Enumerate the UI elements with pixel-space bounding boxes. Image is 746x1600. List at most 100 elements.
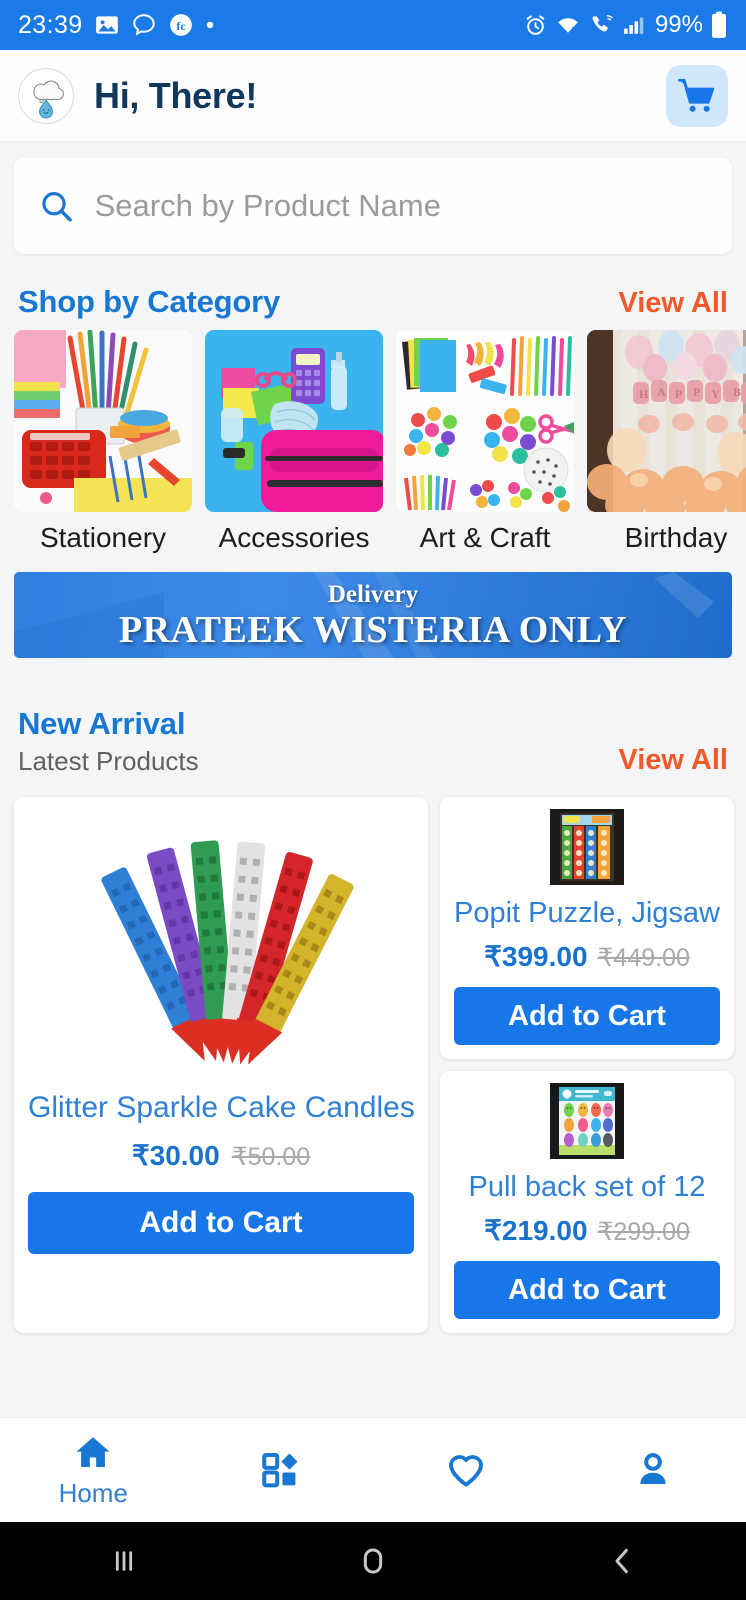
app-bar: Hi, There! bbox=[0, 50, 746, 142]
add-to-cart-button[interactable]: Add to Cart bbox=[28, 1192, 414, 1254]
page-title: Hi, There! bbox=[94, 74, 258, 116]
heart-icon bbox=[449, 1455, 484, 1487]
new-arrival-title: New Arrival bbox=[18, 706, 186, 741]
category-item-accessories[interactable]: Accessories bbox=[205, 330, 383, 554]
image-icon bbox=[94, 12, 120, 38]
nav-item-profile[interactable] bbox=[560, 1449, 746, 1491]
wifi-icon bbox=[555, 12, 581, 38]
android-navigation-bar bbox=[0, 1522, 746, 1600]
search-bar[interactable] bbox=[14, 158, 732, 254]
svg-text:P: P bbox=[675, 387, 682, 401]
android-back-button[interactable] bbox=[562, 1522, 682, 1600]
product-old-price: ₹449.00 bbox=[597, 944, 690, 972]
product-name: Pull back set of 12 bbox=[468, 1171, 706, 1203]
pullback-toys-photo bbox=[549, 1083, 624, 1159]
category-label: Accessories bbox=[218, 522, 370, 553]
product-price: ₹30.00 bbox=[131, 1140, 220, 1171]
chat-bubble-icon bbox=[131, 12, 157, 38]
product-image-wrapper bbox=[28, 809, 414, 1077]
category-section-header: Shop by Category View All bbox=[0, 254, 746, 330]
nav-item-label: Home bbox=[58, 1477, 128, 1508]
product-price: ₹399.00 bbox=[484, 941, 588, 972]
shopping-cart-icon bbox=[678, 78, 715, 112]
art-craft-supplies-photo bbox=[396, 330, 574, 512]
nav-item-wishlist[interactable] bbox=[373, 1449, 560, 1491]
product-name: Popit Puzzle, Jigsaw bbox=[454, 897, 720, 929]
home-icon bbox=[76, 1436, 110, 1467]
category-thumbnail: HAPPYBI bbox=[587, 330, 746, 512]
category-thumbnail bbox=[205, 330, 383, 512]
price-row: ₹219.00 ₹299.00 bbox=[454, 1214, 720, 1247]
main-scroll-area[interactable]: Shop by Category View All bbox=[0, 142, 746, 1417]
glitter-candles-photo bbox=[56, 813, 386, 1073]
avatar[interactable] bbox=[18, 67, 74, 124]
categories-grid-icon bbox=[261, 1452, 298, 1488]
recents-icon bbox=[116, 1551, 133, 1571]
category-view-all-link[interactable]: View All bbox=[618, 287, 728, 320]
product-card-popit[interactable]: Popit Puzzle, Jigsaw ₹399.00 ₹449.00 Add… bbox=[440, 797, 734, 1059]
product-image-wrapper bbox=[454, 807, 720, 887]
svg-text:Y: Y bbox=[711, 387, 720, 401]
signal-icon bbox=[621, 13, 646, 38]
status-time: 23:39 bbox=[18, 10, 83, 39]
promo-banner-section: Delivery PRATEEK WISTERIA ONLY bbox=[0, 554, 746, 658]
android-home-button[interactable] bbox=[313, 1522, 433, 1600]
product-image-wrapper bbox=[454, 1081, 720, 1161]
bottom-navigation: Home bbox=[0, 1417, 746, 1522]
status-bar: 23:39 fc 99% bbox=[0, 0, 746, 50]
alarm-icon bbox=[523, 13, 548, 38]
app-screen: 23:39 fc 99% Hi, There! Search by Produc… bbox=[0, 0, 746, 1600]
cart-button[interactable] bbox=[666, 64, 728, 127]
category-thumbnail bbox=[14, 330, 192, 512]
new-arrival-view-all-link[interactable]: View All bbox=[618, 744, 728, 777]
backpack-accessories-photo bbox=[205, 330, 383, 512]
svg-text:H: H bbox=[639, 387, 649, 401]
nav-item-home[interactable]: Home bbox=[0, 1432, 187, 1509]
category-section-title: Shop by Category bbox=[18, 284, 281, 319]
category-list[interactable]: Stationery Accessories Art & Craft H A P… bbox=[0, 330, 746, 554]
search-input[interactable] bbox=[94, 188, 708, 224]
product-price: ₹219.00 bbox=[484, 1215, 588, 1246]
android-recents-button[interactable] bbox=[64, 1522, 184, 1600]
battery-percent: 99% bbox=[654, 11, 703, 38]
add-to-cart-button[interactable]: Add to Cart bbox=[454, 987, 720, 1045]
new-arrival-header: New Arrival Latest Products View All bbox=[0, 658, 746, 787]
category-label: Birthday bbox=[624, 522, 728, 553]
nav-item-categories[interactable] bbox=[187, 1449, 374, 1491]
status-bar-left: 23:39 fc bbox=[18, 11, 215, 40]
wifi-calling-icon bbox=[588, 12, 614, 38]
add-to-cart-button[interactable]: Add to Cart bbox=[454, 1261, 720, 1319]
price-row: ₹399.00 ₹449.00 bbox=[454, 940, 720, 973]
search-section bbox=[0, 142, 746, 254]
new-arrival-heading-group: New Arrival Latest Products bbox=[18, 706, 199, 777]
svg-text:fc: fc bbox=[176, 19, 185, 33]
side-product-column: Popit Puzzle, Jigsaw ₹399.00 ₹449.00 Add… bbox=[440, 797, 734, 1333]
category-thumbnail bbox=[396, 330, 574, 512]
battery-icon bbox=[710, 11, 728, 39]
price-row: ₹30.00 ₹50.00 bbox=[28, 1139, 414, 1172]
category-item-art-craft[interactable]: Art & Craft bbox=[396, 330, 574, 554]
category-label: Art & Craft bbox=[419, 522, 551, 553]
popit-puzzle-photo bbox=[549, 809, 624, 885]
category-label: Stationery bbox=[39, 522, 167, 553]
banner-subtitle: Delivery bbox=[327, 580, 419, 608]
category-item-stationery[interactable]: Stationery bbox=[14, 330, 192, 554]
birthday-decoration-photo: HAPPYBI bbox=[587, 330, 746, 512]
fc-app-icon: fc bbox=[168, 12, 194, 38]
person-icon bbox=[640, 1453, 666, 1484]
product-name: Glitter Sparkle Cake Candles for bbox=[28, 1091, 414, 1124]
banner-title: PRATEEK WISTERIA ONLY bbox=[118, 608, 628, 651]
featured-product-card[interactable]: Glitter Sparkle Cake Candles for ₹30.00 … bbox=[14, 797, 428, 1333]
stationery-supplies-photo bbox=[14, 330, 192, 512]
svg-text:B: B bbox=[733, 385, 741, 399]
svg-text:A: A bbox=[657, 385, 666, 399]
delivery-banner[interactable]: Delivery PRATEEK WISTERIA ONLY bbox=[14, 572, 732, 658]
category-item-birthday[interactable]: HAPPYBI bbox=[587, 330, 746, 554]
product-old-price: ₹50.00 bbox=[231, 1143, 311, 1171]
product-card-pullback[interactable]: Pull back set of 12 ₹219.00 ₹299.00 Add … bbox=[440, 1071, 734, 1333]
product-grid: Glitter Sparkle Cake Candles for ₹30.00 … bbox=[0, 787, 746, 1333]
status-bar-right: 99% bbox=[523, 11, 728, 39]
new-arrival-subtitle: Latest Products bbox=[18, 746, 199, 776]
svg-text:P: P bbox=[693, 385, 700, 399]
home-pill-icon bbox=[363, 1548, 383, 1574]
